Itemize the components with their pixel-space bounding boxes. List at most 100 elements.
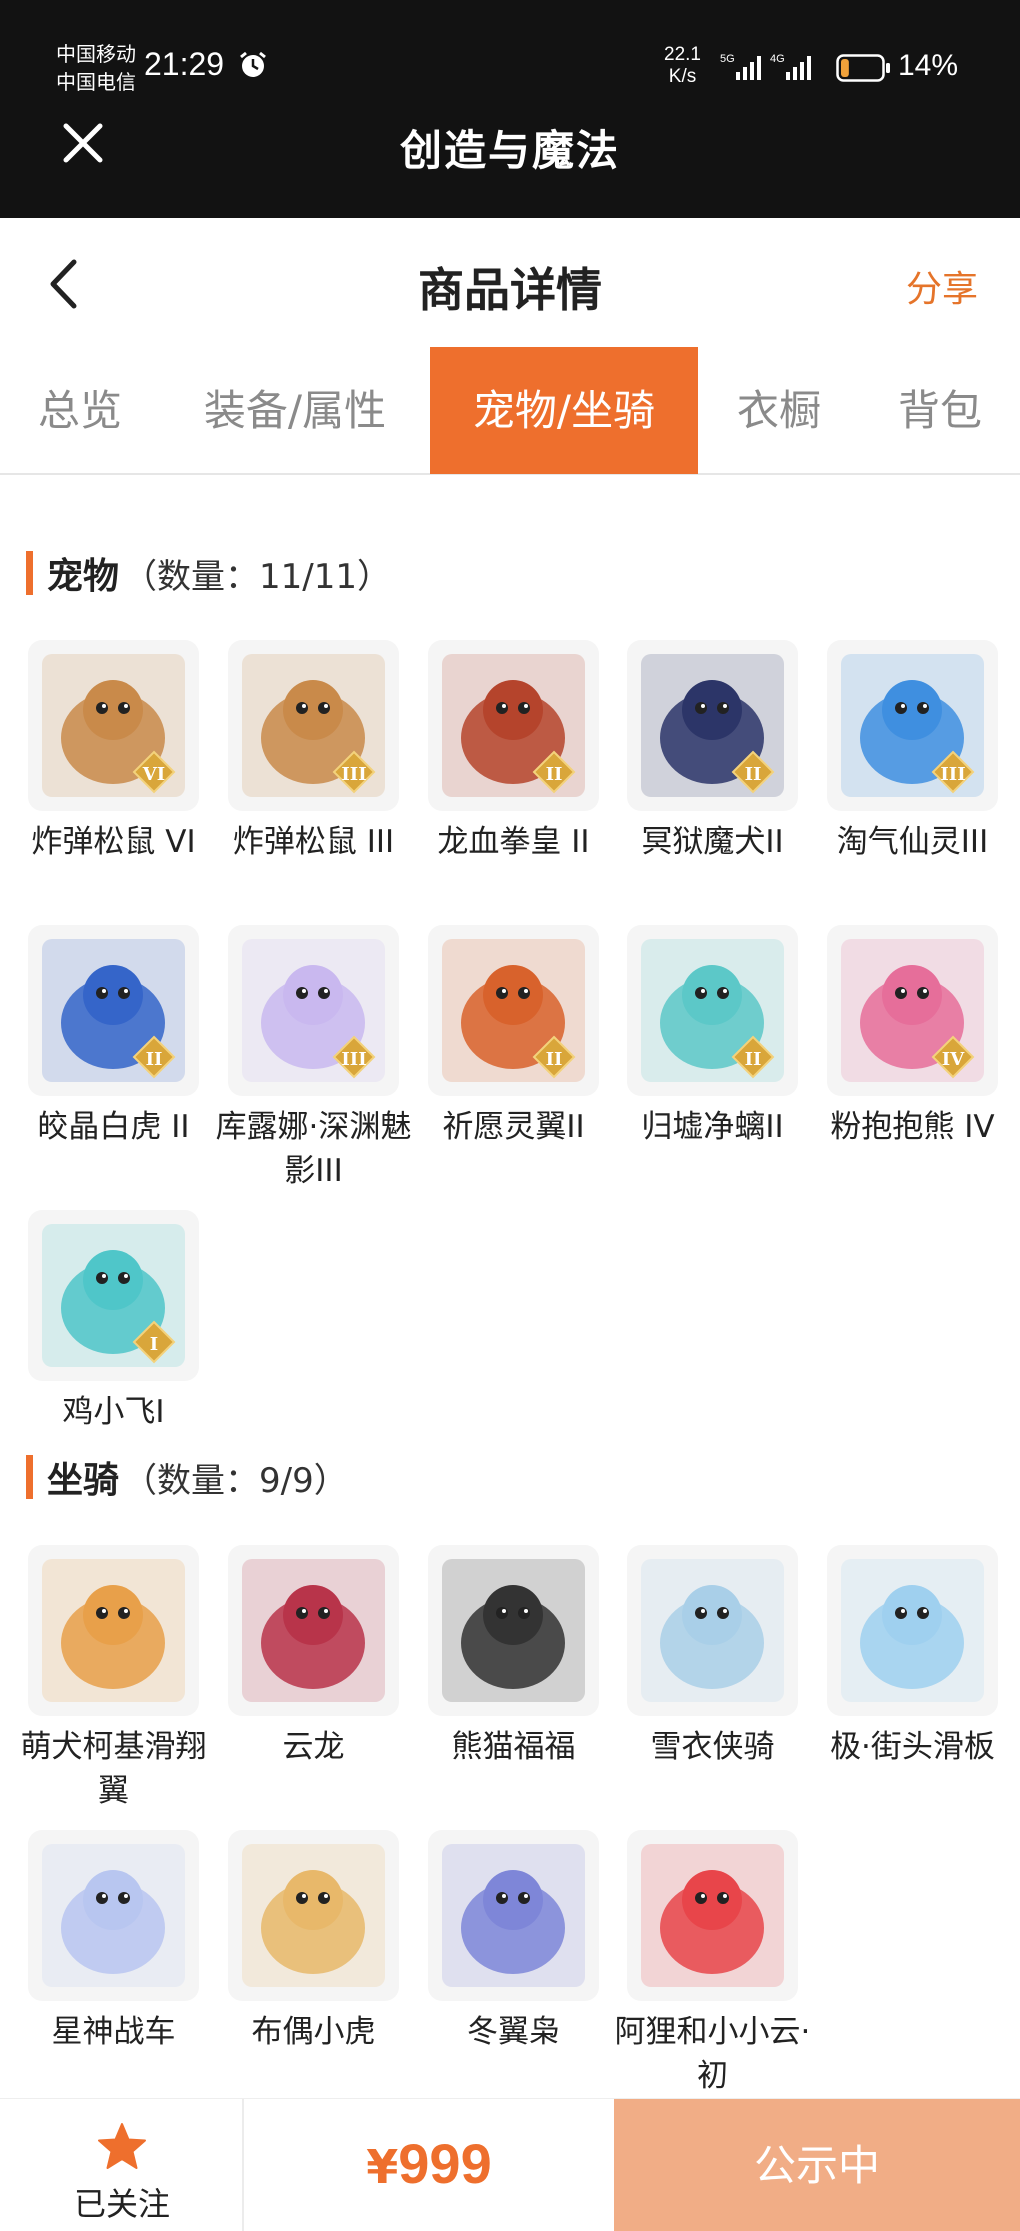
- tab-wardrobe[interactable]: 衣橱: [698, 347, 860, 474]
- price: ¥999: [244, 2131, 614, 2196]
- grade-label: II: [546, 1049, 563, 1070]
- white-tiger-icon: II: [42, 939, 185, 1082]
- currency-symbol: ¥: [366, 2140, 399, 2194]
- tab-pets-mounts[interactable]: 宠物/坐骑: [430, 347, 698, 474]
- mounts-section-header: 坐骑 （数量：9/9）: [26, 1453, 348, 1501]
- pets-section-title: 宠物: [47, 556, 120, 597]
- grade-label: IV: [942, 1049, 965, 1070]
- pet-name: 归墟净螭II: [641, 1109, 784, 1145]
- cloud-dragon-icon: [242, 1559, 385, 1702]
- alarm-clock-icon: [240, 51, 266, 77]
- pet-name: 祈愿灵翼II: [442, 1109, 585, 1145]
- mount-name: 极·街头滑板: [830, 1729, 995, 1765]
- grade-label: II: [146, 1049, 163, 1070]
- mount-thumbnail: [428, 1830, 599, 2001]
- pet-thumbnail: VI: [28, 640, 199, 811]
- mount-name: 冬翼枭: [467, 2014, 560, 2050]
- grade-label: III: [341, 764, 366, 785]
- chick-icon: I: [42, 1224, 185, 1367]
- white-horse-icon: [641, 1559, 784, 1702]
- mount-name: 熊猫福福: [451, 1729, 576, 1765]
- mount-name: 阿狸和小小云·初: [614, 2014, 811, 2094]
- pets-section-header: 宠物 （数量：11/11）: [26, 549, 391, 597]
- mount-thumbnail: [627, 1545, 798, 1716]
- skateboard-icon: [841, 1559, 984, 1702]
- follow-label: 已关注: [73, 2185, 170, 2223]
- pet-name: 冥狱魔犬II: [641, 824, 784, 860]
- section-accent-bar: [26, 551, 33, 595]
- tab-equipment[interactable]: 装备/属性: [160, 347, 430, 474]
- corgi-glider-icon: [42, 1559, 185, 1702]
- pet-thumbnail: III: [228, 925, 399, 1096]
- pet-thumbnail: II: [428, 640, 599, 811]
- bottom-action-bar: 已关注 ¥999 公示中: [0, 2098, 1020, 2231]
- pet-name: 皎晶白虎 II: [37, 1109, 190, 1145]
- mount-thumbnail: [428, 1545, 599, 1716]
- pet-thumbnail: III: [228, 640, 399, 811]
- pet-name: 淘气仙灵III: [836, 824, 989, 860]
- price-amount: 999: [398, 2132, 492, 2195]
- mount-name: 云龙: [282, 1729, 345, 1765]
- mount-name: 雪衣侠骑: [650, 1729, 775, 1765]
- squirrel-icon: III: [242, 654, 385, 797]
- mount-thumbnail: [627, 1830, 798, 2001]
- grade-label: III: [341, 1049, 366, 1070]
- carrier-2: 中国电信: [56, 70, 136, 94]
- grade-label: II: [745, 764, 762, 785]
- grade-label: I: [150, 1334, 158, 1355]
- grade-label: VI: [142, 764, 165, 785]
- mounts-section-title: 坐骑: [47, 1460, 120, 1501]
- top-bar: 中国移动 中国电信 21:29 22.1 K/s 5G 4G 14% 创造与魔法: [0, 0, 1020, 218]
- network-speed-value: 22.1: [664, 44, 701, 65]
- pet-thumbnail: II: [627, 925, 798, 1096]
- grade-label: III: [940, 764, 965, 785]
- signal-4g-label: 4G: [770, 53, 785, 65]
- pet-thumbnail: II: [428, 925, 599, 1096]
- pet-name: 炸弹松鼠 VI: [31, 824, 196, 860]
- mount-thumbnail: [28, 1830, 199, 2001]
- battery-fill: [841, 59, 849, 77]
- network-speed-unit: K/s: [668, 66, 697, 87]
- battery-percent: 14%: [898, 49, 959, 82]
- carrier-info: 中国移动 中国电信: [56, 40, 136, 96]
- dragon-fist-icon: II: [442, 654, 585, 797]
- app-title: 创造与魔法: [399, 126, 620, 175]
- pet-thumbnail: I: [28, 1210, 199, 1381]
- pet-name: 库露娜·深渊魅影III: [215, 1109, 412, 1189]
- pet-name: 龙血拳皇 II: [437, 824, 590, 860]
- plush-tiger-icon: [242, 1844, 385, 1987]
- pet-name: 粉抱抱熊 IV: [830, 1109, 995, 1145]
- squirrel-icon: VI: [42, 654, 185, 797]
- battery-icon: [836, 54, 890, 82]
- pet-name: 炸弹松鼠 III: [232, 824, 395, 860]
- mount-thumbnail: [827, 1545, 998, 1716]
- star-icon: [98, 2123, 146, 2169]
- phoenix-icon: II: [442, 939, 585, 1082]
- mount-thumbnail: [228, 1830, 399, 2001]
- status-time: 21:29: [144, 46, 225, 82]
- share-button[interactable]: 分享: [906, 260, 978, 312]
- carrier-1: 中国移动: [56, 42, 136, 66]
- mount-name: 布偶小虎: [251, 2014, 376, 2050]
- tab-overview[interactable]: 总览: [0, 347, 160, 474]
- signal-4g-icon: 4G: [770, 53, 811, 80]
- grade-label: II: [745, 1049, 762, 1070]
- signal-5g-label: 5G: [720, 53, 735, 65]
- pet-thumbnail: II: [28, 925, 199, 1096]
- pink-bear-icon: IV: [841, 939, 984, 1082]
- ali-fox-icon: [641, 1844, 784, 1987]
- pet-thumbnail: II: [627, 640, 798, 811]
- pets-count: （数量：11/11）: [123, 556, 391, 597]
- pet-thumbnail: III: [827, 640, 998, 811]
- winter-owl-icon: [442, 1844, 585, 1987]
- pet-name: 鸡小飞I: [62, 1394, 165, 1430]
- fairy-girl-icon: III: [242, 939, 385, 1082]
- public-notice-button[interactable]: 公示中: [614, 2099, 1020, 2231]
- follow-button[interactable]: 已关注: [0, 2099, 244, 2231]
- tab-backpack[interactable]: 背包: [860, 347, 1020, 474]
- mount-thumbnail: [228, 1545, 399, 1716]
- mount-name: 星神战车: [51, 2014, 176, 2050]
- signal-5g-icon: 5G: [720, 53, 761, 80]
- mount-thumbnail: [28, 1545, 199, 1716]
- page-title: 商品详情: [418, 263, 602, 317]
